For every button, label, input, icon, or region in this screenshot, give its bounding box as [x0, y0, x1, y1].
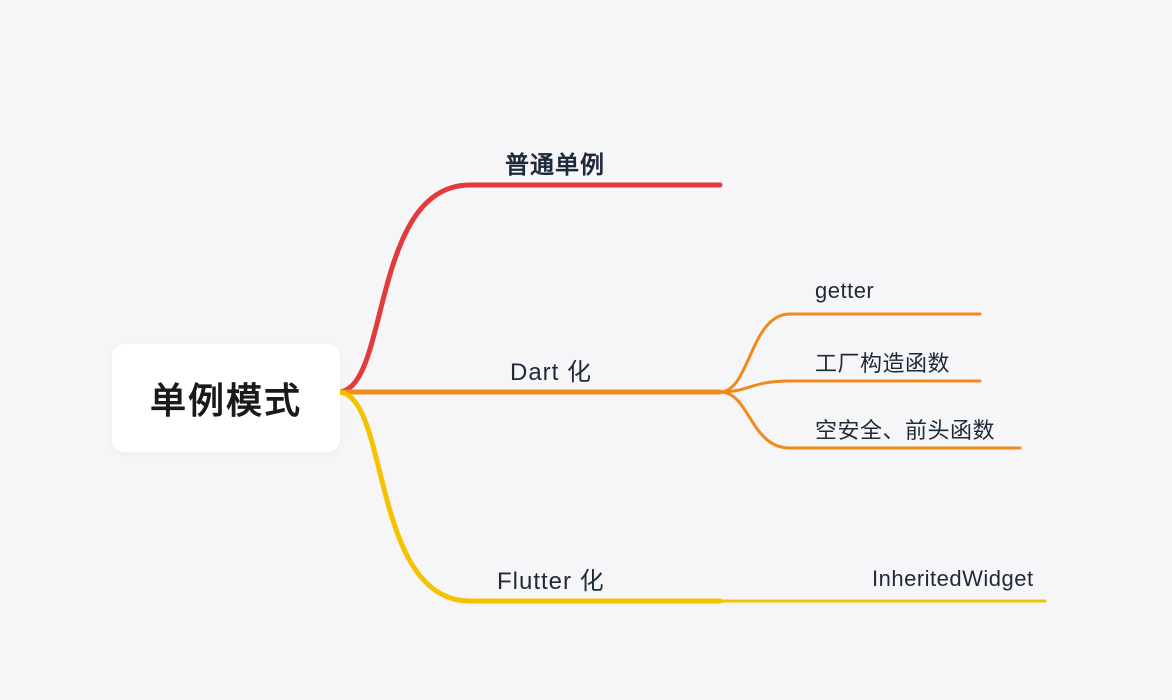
branch-label-0: 普通单例: [505, 145, 605, 180]
root-label: 单例模式: [150, 380, 302, 421]
leaf-label-dart-1: 工厂构造函数: [815, 346, 950, 378]
root-node: 单例模式: [112, 344, 340, 452]
branch-label-2: Flutter 化: [497, 561, 605, 596]
leaf-label-dart-2: 空安全、前头函数: [815, 413, 995, 445]
leaf-label-dart-0: getter: [815, 278, 874, 304]
branch-label-1: Dart 化: [510, 352, 592, 387]
leaf-label-flutter-0: InheritedWidget: [872, 566, 1034, 592]
